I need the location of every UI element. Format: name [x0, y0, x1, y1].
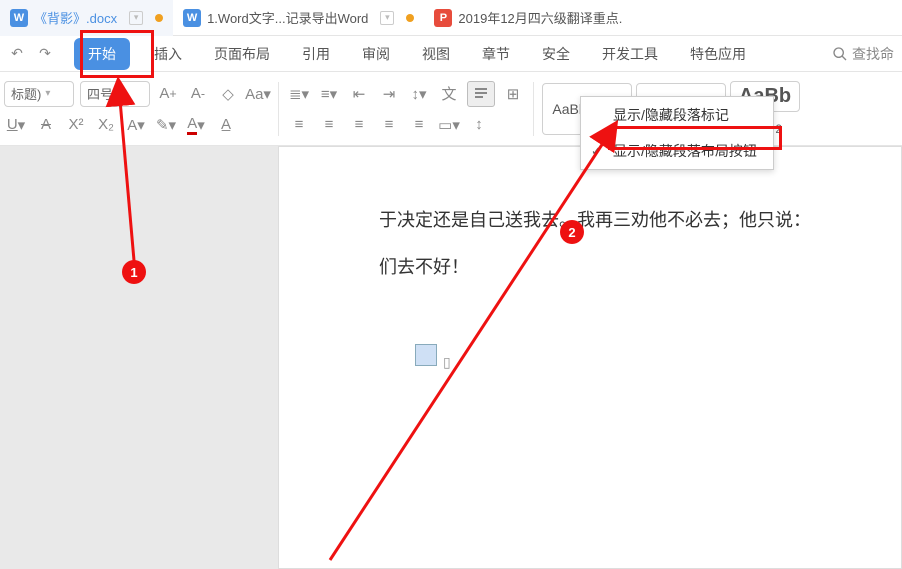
menu-developer[interactable]: 开发工具 — [594, 38, 666, 70]
section-marker-icon: ▯ — [443, 344, 451, 380]
tab-dropdown-icon[interactable]: ▾ — [129, 11, 143, 25]
align-left-icon[interactable]: ≡ — [287, 113, 311, 137]
align-right-icon[interactable]: ≡ — [347, 113, 371, 137]
superscript-icon[interactable]: X² — [64, 113, 88, 137]
borders-icon[interactable]: ⊞ — [501, 82, 525, 106]
tab-document-2[interactable]: W 1.Word文字...记录导出Word ▾ — [173, 0, 424, 36]
text-effects-icon[interactable]: A▾ — [124, 113, 148, 137]
word-icon: W — [10, 9, 28, 27]
dropdown-label: 显示/隐藏段落布局按钮 — [613, 141, 757, 161]
section-handle-icon[interactable] — [415, 344, 437, 366]
search-placeholder: 查找命 — [852, 44, 894, 64]
decrease-font-icon[interactable]: A- — [186, 82, 210, 106]
ribbon-divider — [278, 82, 279, 136]
paragraph-marks-button[interactable] — [467, 81, 495, 107]
tab-title: 《背影》.docx — [34, 8, 117, 27]
quick-access-toolbar: ↶ ↷ — [8, 45, 54, 62]
highlight-icon[interactable]: ✎▾ — [154, 113, 178, 137]
menu-special[interactable]: 特色应用 — [682, 38, 754, 70]
tab-dropdown-icon[interactable]: ▾ — [380, 11, 394, 25]
document-area: 于决定还是自己送我去。我再三劝他不必去；他只说： ▯ 们去不好！ — [0, 146, 902, 569]
combo-value: 四号 — [87, 84, 113, 103]
tab-document-1[interactable]: W 《背影》.docx ▾ — [0, 0, 173, 36]
font-size-combo[interactable]: 四号 ▾ — [80, 81, 150, 107]
change-case-icon[interactable]: Aa▾ — [246, 82, 270, 106]
line-spacing-icon[interactable]: ↕▾ — [407, 82, 431, 106]
text-direction-icon[interactable]: 文 — [437, 82, 461, 106]
tab-title: 1.Word文字...记录导出Word — [207, 8, 368, 27]
dropdown-item-toggle-layout-button[interactable]: ✓ 显示/隐藏段落布局按钮 — [581, 133, 773, 169]
tab-bar: W 《背影》.docx ▾ W 1.Word文字...记录导出Word ▾ P … — [0, 0, 902, 36]
strikethrough-icon[interactable]: A — [34, 113, 58, 137]
style-name-combo[interactable]: 标题) ▾ — [4, 81, 74, 107]
menu-view[interactable]: 视图 — [414, 38, 458, 70]
left-gutter — [0, 146, 278, 569]
document-page[interactable]: 于决定还是自己送我去。我再三劝他不必去；他只说： ▯ 们去不好！ — [278, 146, 902, 569]
search-box[interactable]: 查找命 — [832, 44, 894, 64]
justify-icon[interactable]: ≡ — [377, 113, 401, 137]
body-text-line: 于决定还是自己送我去。我再三劝他不必去；他只说： — [379, 197, 861, 244]
ribbon: 标题) ▾ 四号 ▾ A+ A- ◇ Aa▾ U▾ A X² X₂ A▾ ✎▾ … — [0, 72, 902, 146]
word-icon: W — [183, 9, 201, 27]
decrease-indent-icon[interactable]: ⇤ — [347, 82, 371, 106]
undo-icon[interactable]: ↶ — [8, 45, 26, 62]
menu-bar: ↶ ↷ 开始 插入 页面布局 引用 审阅 视图 章节 安全 开发工具 特色应用 … — [0, 36, 902, 72]
align-center-icon[interactable]: ≡ — [317, 113, 341, 137]
combo-value: 标题) — [11, 84, 41, 103]
tab-modified-badge — [406, 14, 414, 22]
font-color-icon[interactable]: A▾ — [184, 113, 208, 137]
dropdown-label: 显示/隐藏段落标记 — [613, 105, 729, 125]
paragraph-marks-dropdown: 显示/隐藏段落标记 ✓ 显示/隐藏段落布局按钮 — [580, 96, 774, 170]
redo-icon[interactable]: ↷ — [36, 45, 54, 62]
clear-format-icon[interactable]: ◇ — [216, 82, 240, 106]
shading-icon[interactable]: ▭▾ — [437, 113, 461, 137]
menu-sections[interactable]: 章节 — [474, 38, 518, 70]
menu-page-layout[interactable]: 页面布局 — [206, 38, 278, 70]
ribbon-divider — [533, 82, 534, 136]
menu-insert[interactable]: 插入 — [146, 38, 190, 70]
body-text-line: 们去不好！ — [379, 257, 469, 277]
dropdown-item-toggle-marks[interactable]: 显示/隐藏段落标记 — [581, 97, 773, 133]
numbering-icon[interactable]: ≡▾ — [317, 82, 341, 106]
menu-references[interactable]: 引用 — [294, 38, 338, 70]
chevron-down-icon: ▾ — [45, 88, 50, 99]
menu-home[interactable]: 开始 — [74, 38, 130, 70]
char-shading-icon[interactable]: A̲ — [214, 113, 238, 137]
pdf-icon: P — [434, 9, 452, 27]
check-icon: ✓ — [591, 144, 601, 158]
search-icon — [832, 46, 848, 62]
chevron-down-icon: ▾ — [117, 88, 122, 99]
increase-indent-icon[interactable]: ⇥ — [377, 82, 401, 106]
distribute-icon[interactable]: ≡ — [407, 113, 431, 137]
sort-icon[interactable]: ↕ — [467, 113, 491, 137]
increase-font-icon[interactable]: A+ — [156, 82, 180, 106]
menu-review[interactable]: 审阅 — [354, 38, 398, 70]
tab-title: 2019年12月四六级翻译重点. — [458, 8, 622, 27]
tab-document-3[interactable]: P 2019年12月四六级翻译重点. — [424, 0, 632, 36]
pilcrow-icon — [473, 86, 489, 102]
underline-icon[interactable]: U▾ — [4, 113, 28, 137]
subscript-icon[interactable]: X₂ — [94, 113, 118, 137]
tab-modified-badge — [155, 14, 163, 22]
menu-security[interactable]: 安全 — [534, 38, 578, 70]
bullets-icon[interactable]: ≣▾ — [287, 82, 311, 106]
